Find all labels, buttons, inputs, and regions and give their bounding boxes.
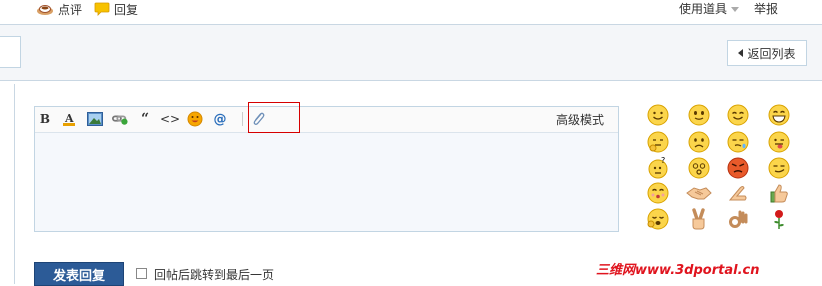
reply-label: 回复 bbox=[114, 2, 139, 17]
link-icon bbox=[112, 115, 128, 125]
blush-icon[interactable] bbox=[727, 131, 749, 153]
emoticon-button[interactable] bbox=[187, 111, 203, 127]
cry-icon[interactable] bbox=[647, 208, 669, 230]
reply-textarea[interactable] bbox=[35, 133, 618, 231]
tongue-icon[interactable] bbox=[768, 131, 790, 153]
speech-bubble-icon bbox=[94, 2, 110, 16]
advanced-mode-link[interactable]: 高级模式 bbox=[556, 111, 604, 127]
jump-to-last-page-label: 回帖后跳转到最后一页 bbox=[154, 268, 275, 282]
ok-icon[interactable] bbox=[727, 208, 749, 230]
thumbs-up-icon[interactable] bbox=[768, 182, 790, 204]
toolbar-separator bbox=[242, 112, 243, 126]
submit-reply-button[interactable]: 发表回复 bbox=[34, 262, 124, 286]
smile2-icon[interactable] bbox=[688, 104, 710, 126]
divider bbox=[14, 84, 15, 284]
confused-icon[interactable]: ? bbox=[647, 157, 669, 179]
chevron-down-icon bbox=[731, 6, 740, 12]
rose-icon[interactable] bbox=[768, 208, 790, 230]
kiss-icon[interactable] bbox=[647, 182, 669, 204]
grin-icon[interactable] bbox=[768, 104, 790, 126]
smile-icon[interactable] bbox=[647, 104, 669, 126]
smirk-icon[interactable] bbox=[768, 157, 790, 179]
think-icon[interactable] bbox=[647, 131, 669, 153]
quote-icon[interactable]: “ bbox=[137, 111, 153, 127]
pagination-box bbox=[0, 36, 21, 68]
victory-icon[interactable] bbox=[688, 208, 710, 230]
mention-icon[interactable]: @ bbox=[212, 111, 228, 127]
angry-icon[interactable] bbox=[727, 157, 749, 179]
link-button[interactable] bbox=[112, 111, 128, 127]
bold-icon[interactable]: B bbox=[37, 111, 53, 127]
reply-button[interactable]: 回复 bbox=[94, 0, 138, 18]
font-color-icon: A bbox=[63, 112, 75, 126]
comment-button[interactable]: 点评 bbox=[36, 0, 82, 18]
back-to-list-button[interactable]: 返回列表 bbox=[727, 40, 807, 66]
jump-to-last-page-checkbox[interactable] bbox=[136, 268, 147, 279]
back-to-list-label: 返回列表 bbox=[747, 46, 796, 61]
post-action-bar: 点评 回复 使用道具 举报 bbox=[0, 0, 822, 22]
arrow-left-icon bbox=[738, 49, 744, 57]
tools-dropdown[interactable]: 使用道具 bbox=[679, 0, 740, 16]
coffee-cup-icon bbox=[37, 5, 53, 15]
comment-label: 点评 bbox=[58, 2, 83, 17]
emoticon-icon bbox=[187, 111, 203, 127]
tools-label: 使用道具 bbox=[679, 1, 728, 16]
report-label: 举报 bbox=[754, 1, 779, 16]
dizzy-icon[interactable] bbox=[688, 157, 710, 179]
point-icon[interactable] bbox=[727, 182, 749, 204]
nav-band bbox=[0, 25, 822, 80]
report-link[interactable]: 举报 bbox=[754, 0, 778, 16]
image-button[interactable] bbox=[87, 111, 103, 127]
svg-text:?: ? bbox=[661, 157, 665, 165]
handshake-icon[interactable] bbox=[686, 182, 712, 204]
site-watermark: 三维网www.3dportal.cn bbox=[596, 263, 760, 278]
font-color-button[interactable]: A bbox=[61, 111, 77, 127]
image-icon bbox=[87, 112, 103, 126]
highlight-box bbox=[248, 102, 300, 133]
sad-icon[interactable] bbox=[688, 131, 710, 153]
smile3-icon[interactable] bbox=[727, 104, 749, 126]
code-icon[interactable]: <> bbox=[160, 111, 180, 127]
